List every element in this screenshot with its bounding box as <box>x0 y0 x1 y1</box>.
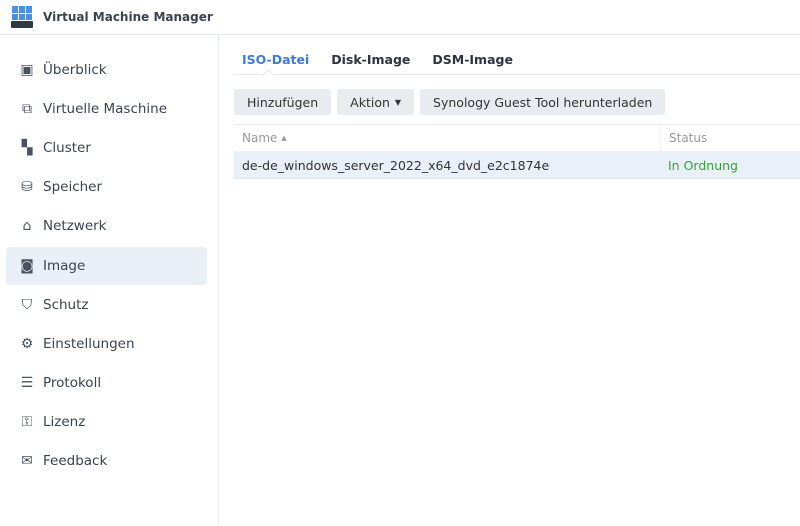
mail-icon: ✉ <box>21 453 33 469</box>
sidebar-item-label: Protokoll <box>43 375 102 391</box>
sidebar-item-virtual-machine[interactable]: ⧉ Virtuelle Maschine <box>6 90 207 128</box>
sidebar-item-network[interactable]: ⌂ Netzwerk <box>6 207 207 245</box>
image-icon: ◙ <box>20 258 34 274</box>
sidebar-item-label: Lizenz <box>43 414 86 430</box>
app-logo-icon <box>11 6 33 28</box>
shield-icon: ⛉ <box>21 297 33 313</box>
sort-asc-icon: ▲ <box>281 134 287 142</box>
cell-name: de-de_windows_server_2022_x64_dvd_e2c187… <box>242 157 550 173</box>
sidebar-item-label: Speicher <box>43 179 103 195</box>
column-header-name[interactable]: Name ▲ <box>234 125 660 151</box>
tab-dsm-image[interactable]: DSM-Image <box>432 49 513 75</box>
iso-table: Name ▲ Status de-de_windows_server_2022_x… <box>234 124 800 179</box>
tab-bar: ISO-Datei Disk-Image DSM-Image <box>234 49 800 75</box>
column-header-status[interactable]: Status <box>660 125 800 151</box>
tab-disk-image[interactable]: Disk-Image <box>331 49 410 75</box>
sidebar-item-storage[interactable]: ⛁ Speicher <box>6 168 207 206</box>
sidebar-item-label: Cluster <box>43 140 91 156</box>
sidebar-item-license[interactable]: ⚿ Lizenz <box>6 403 207 441</box>
sidebar-item-label: Netzwerk <box>43 218 107 234</box>
sidebar-item-cluster[interactable]: ▚ Cluster <box>6 129 207 167</box>
cluster-icon: ▚ <box>21 140 33 156</box>
add-button[interactable]: Hinzufügen <box>234 89 332 115</box>
action-label: Aktion <box>350 94 390 110</box>
sidebar-item-label: Schutz <box>43 297 89 313</box>
sidebar: ▣ Überblick ⧉ Virtuelle Maschine ▚ Cluster … <box>0 36 219 526</box>
sidebar-item-settings[interactable]: ⚙ Einstellungen <box>6 325 207 363</box>
sidebar-item-label: Einstellungen <box>43 336 135 352</box>
vm-icon: ⧉ <box>22 101 32 117</box>
cell-status: In Ordnung <box>668 157 738 173</box>
key-icon: ⚿ <box>21 414 33 430</box>
sidebar-item-overview[interactable]: ▣ Überblick <box>6 51 207 89</box>
sidebar-item-protection[interactable]: ⛉ Schutz <box>6 286 207 324</box>
sidebar-item-feedback[interactable]: ✉ Feedback <box>6 442 207 480</box>
sidebar-item-label: Image <box>43 258 86 274</box>
toolbar: Hinzufügen Aktion ▼ Synology Guest Tool h… <box>234 89 666 115</box>
sidebar-item-label: Virtuelle Maschine <box>43 101 168 117</box>
main-panel: ISO-Datei Disk-Image DSM-Image Hinzufüge… <box>220 36 800 526</box>
app-title: Virtual Machine Manager <box>43 10 213 24</box>
storage-icon: ⛁ <box>21 179 33 195</box>
app-header: Virtual Machine Manager <box>0 0 800 35</box>
gear-icon: ⚙ <box>20 336 34 352</box>
column-label: Name <box>242 131 278 145</box>
sidebar-item-label: Feedback <box>43 453 108 469</box>
log-icon: ☰ <box>20 375 34 391</box>
caret-down-icon: ▼ <box>394 97 402 107</box>
download-guest-tool-button[interactable]: Synology Guest Tool herunterladen <box>420 89 666 115</box>
sidebar-item-image[interactable]: ◙ Image <box>6 247 207 285</box>
network-icon: ⌂ <box>22 218 32 234</box>
tab-iso-file[interactable]: ISO-Datei <box>242 49 309 75</box>
overview-icon: ▣ <box>20 62 34 78</box>
table-header: Name ▲ Status <box>234 125 800 152</box>
table-row[interactable]: de-de_windows_server_2022_x64_dvd_e2c187… <box>234 152 800 179</box>
sidebar-item-label: Überblick <box>43 62 107 78</box>
action-dropdown-button[interactable]: Aktion ▼ <box>337 89 415 115</box>
sidebar-item-log[interactable]: ☰ Protokoll <box>6 364 207 402</box>
